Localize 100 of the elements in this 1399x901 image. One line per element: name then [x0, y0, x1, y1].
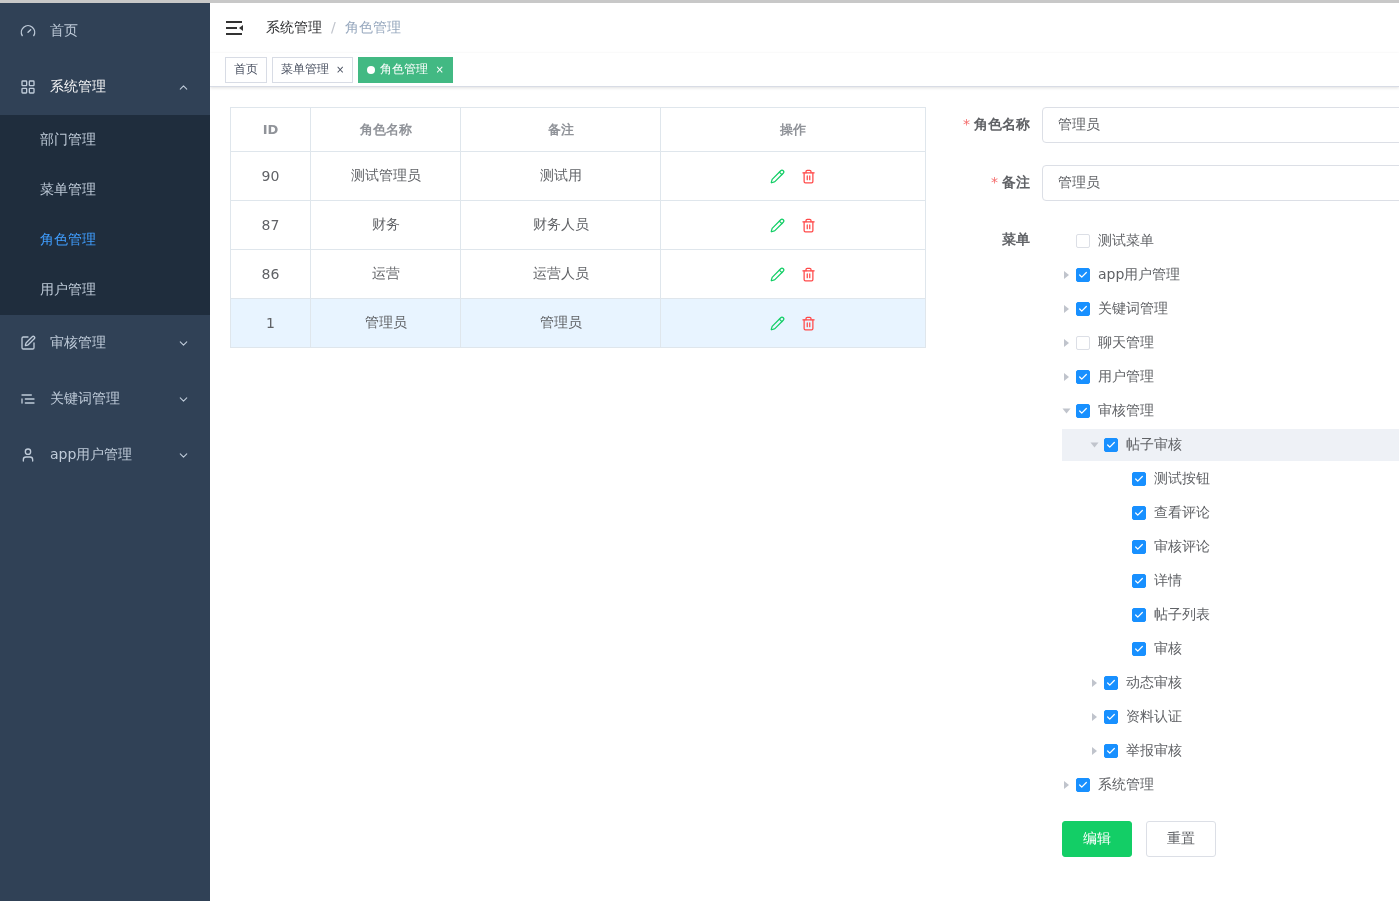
menu-item[interactable]: 审核管理 [0, 315, 210, 371]
checkbox[interactable] [1104, 676, 1118, 690]
input-field[interactable]: 管理员 [1042, 107, 1399, 143]
caret-icon[interactable] [1064, 271, 1069, 279]
edit-icon [20, 335, 36, 351]
check-icon [1078, 406, 1088, 416]
submenu-item[interactable]: 角色管理 [0, 215, 210, 265]
check-icon [1078, 304, 1088, 314]
menu-item[interactable]: 系统管理 [0, 59, 210, 115]
column-header: 角色名称 [310, 107, 461, 152]
tree-label: 审核管理 [1098, 402, 1154, 420]
caret-icon[interactable] [1092, 679, 1097, 687]
menu-label: 关键词管理 [50, 390, 121, 408]
checkbox[interactable] [1076, 370, 1090, 384]
table-cell: 运营 [310, 249, 461, 299]
close-icon[interactable]: × [336, 64, 345, 75]
checkbox[interactable] [1104, 710, 1118, 724]
table-cell: 管理员 [310, 298, 461, 348]
delete-icon[interactable] [801, 168, 816, 184]
tag[interactable]: 首页 [225, 56, 267, 83]
tree-label: 帖子列表 [1154, 606, 1210, 624]
checkbox[interactable] [1076, 404, 1090, 418]
checkbox[interactable] [1132, 642, 1146, 656]
checkbox[interactable] [1132, 506, 1146, 520]
caret-icon[interactable] [1064, 305, 1069, 313]
tag[interactable]: 菜单管理 × [272, 56, 354, 83]
tree-label: 详情 [1154, 572, 1182, 590]
menu-label: 系统管理 [50, 78, 107, 96]
tree-row[interactable]: 帖子审核 [1062, 429, 1399, 461]
tree-label: 帖子审核 [1126, 436, 1182, 454]
submenu-item[interactable]: 用户管理 [0, 265, 210, 315]
table-row[interactable]: 86 运营 运营人员 [230, 249, 926, 299]
field-label: 菜单 [1001, 230, 1031, 249]
grid-icon [20, 79, 36, 95]
checkbox[interactable] [1132, 472, 1146, 486]
check-icon [1106, 678, 1116, 688]
menu-item[interactable]: 关键词管理 [0, 371, 210, 427]
menu-item[interactable]: app用户管理 [0, 427, 210, 483]
check-icon [1134, 576, 1144, 586]
table-cell: 90 [230, 151, 311, 201]
menu-label: app用户管理 [50, 446, 134, 464]
submenu-item[interactable]: 部门管理 [0, 115, 210, 165]
delete-icon[interactable] [801, 315, 816, 331]
check-icon [1078, 372, 1088, 382]
check-icon [1078, 270, 1088, 280]
tree-label: 审核 [1154, 640, 1182, 658]
edit-icon[interactable] [770, 266, 785, 282]
edit-icon[interactable] [770, 168, 785, 184]
tree-label: 关键词管理 [1098, 300, 1168, 318]
check-icon [1134, 644, 1144, 654]
check-icon [1134, 474, 1144, 484]
checkbox[interactable] [1076, 268, 1090, 282]
table-cell: 87 [230, 200, 311, 250]
checkbox[interactable] [1104, 744, 1118, 758]
caret-icon[interactable] [1092, 713, 1097, 721]
check-icon [1134, 542, 1144, 552]
tree-label: 用户管理 [1098, 368, 1154, 386]
table-cell: 1 [230, 298, 311, 348]
table-cell: 测试用 [460, 151, 661, 201]
column-header: 备注 [460, 107, 661, 152]
table-row[interactable]: 90 测试管理员 测试用 [230, 151, 926, 201]
menu-label: 首页 [50, 22, 79, 40]
delete-icon[interactable] [801, 217, 816, 233]
tree-label: 动态审核 [1126, 674, 1182, 692]
table-cell: 测试管理员 [310, 151, 461, 201]
menu-icon[interactable] [226, 21, 244, 35]
checkbox[interactable] [1132, 540, 1146, 554]
table-row[interactable]: 1 管理员 管理员 [230, 298, 926, 348]
tree-label: 举报审核 [1126, 742, 1182, 760]
check-icon [1134, 610, 1144, 620]
tree-label: 系统管理 [1098, 776, 1154, 794]
breadcrumb-item[interactable]: 系统管理 [266, 19, 322, 37]
submenu-item[interactable]: 菜单管理 [0, 165, 210, 215]
menu-label: 审核管理 [50, 334, 107, 352]
edit-icon[interactable] [770, 217, 785, 233]
table-row[interactable]: 87 财务 财务人员 [230, 200, 926, 250]
checkbox[interactable] [1104, 438, 1118, 452]
checkbox[interactable] [1076, 778, 1090, 792]
checkbox[interactable] [1076, 302, 1090, 316]
action-button[interactable]: 重置 [1146, 821, 1216, 857]
delete-icon[interactable] [801, 266, 816, 282]
tree-label: 查看评论 [1154, 504, 1210, 522]
tree-label: 聊天管理 [1098, 334, 1154, 352]
status-dot [367, 65, 376, 74]
table-cell: 财务 [310, 200, 461, 250]
caret-icon[interactable] [1064, 339, 1069, 347]
caret-icon[interactable] [1062, 408, 1071, 414]
edit-icon[interactable] [770, 315, 785, 331]
caret-icon[interactable] [1064, 781, 1069, 789]
input-field[interactable]: 管理员 [1042, 165, 1399, 201]
caret-icon[interactable] [1064, 373, 1069, 381]
field-label: * 备注 [990, 174, 1031, 192]
checkbox[interactable] [1132, 574, 1146, 588]
check-icon [1106, 712, 1116, 722]
caret-icon[interactable] [1092, 747, 1097, 755]
table-cell: 管理员 [460, 298, 661, 348]
menu-item[interactable]: 首页 [0, 3, 210, 59]
checkbox[interactable] [1132, 608, 1146, 622]
check-icon [1078, 780, 1088, 790]
user-icon [20, 447, 36, 463]
